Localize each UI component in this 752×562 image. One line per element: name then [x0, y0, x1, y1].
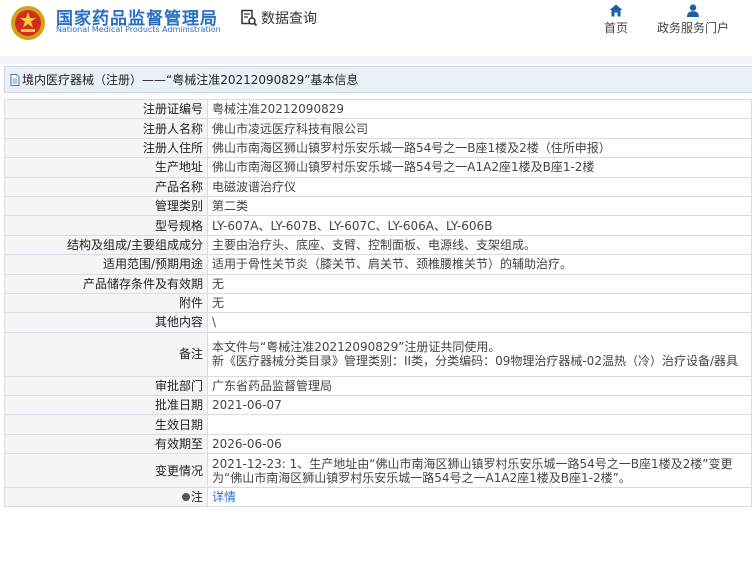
document-icon — [10, 73, 20, 86]
brand-name-en: National Medical Products Administration — [56, 25, 221, 34]
field-value: 佛山市南海区狮山镇罗村乐安乐城一路54号之一B座1楼及2楼（住所申报） — [207, 137, 752, 159]
nav-service-label: 政务服务门户 — [656, 21, 729, 35]
field-label: 变更情况 — [4, 453, 208, 489]
table-row: 其他内容 \ — [4, 312, 752, 333]
detail-link[interactable]: 详情 — [212, 490, 236, 504]
registration-info-table: 注册证编号 粤械注准20212090829 注册人名称 佛山市凌远医疗科技有限公司 … — [4, 98, 752, 508]
record-titlebar: 境内医疗器械（注册）——“粤械注准20212090829”基本信息 — [4, 66, 752, 93]
field-label: 备注 — [4, 331, 208, 377]
field-value: 粤械注准20212090829 — [207, 98, 752, 120]
nav-service-portal[interactable]: 政务服务门户 — [656, 4, 730, 36]
document-search-icon — [241, 9, 258, 27]
field-label: 结构及组成/主要组成成分 — [4, 234, 208, 256]
table-row: 注册证编号 粤械注准20212090829 — [4, 98, 752, 120]
table-row: 注册人住所 佛山市南海区狮山镇罗村乐安乐城一路54号之一B座1楼及2楼（住所申报） — [4, 137, 752, 159]
data-query-label: 数据查询 — [261, 11, 317, 27]
field-value: 第二类 — [207, 195, 752, 217]
site-header: 国家药品监督管理局 National Medical Products Admi… — [0, 0, 752, 56]
nav-home[interactable]: 首页 — [603, 4, 629, 36]
bulb-icon — [181, 493, 190, 502]
table-row: 产品名称 电磁波谱治疗仪 — [4, 176, 752, 197]
note-label-cell: 注 — [4, 487, 208, 508]
field-value: 本文件与“粤械注准20212090829”注册证共同使用。 新《医疗器械分类目录… — [207, 331, 752, 377]
field-label: 其他内容 — [4, 312, 208, 333]
field-label: 管理类别 — [4, 195, 208, 217]
field-label: 附件 — [4, 292, 208, 314]
field-label: 型号规格 — [4, 215, 208, 236]
field-value: 佛山市南海区狮山镇罗村乐安乐城一路54号之一A1A2座1楼及B座1-2楼 — [207, 157, 752, 178]
field-label: 生产地址 — [4, 157, 208, 178]
table-row: 型号规格 LY-607A、LY-607B、LY-607C、LY-606A、LY-6… — [4, 215, 752, 236]
field-label: 注册证编号 — [4, 98, 208, 120]
nav-home-label: 首页 — [603, 21, 628, 35]
field-value: 2026-06-06 — [207, 433, 752, 455]
table-row: 附件无 — [4, 292, 752, 314]
table-row: 产品储存条件及有效期无 — [4, 273, 752, 294]
note-value-cell: 详情 — [207, 487, 752, 508]
table-row: 注册人名称 佛山市凌远医疗科技有限公司 — [4, 118, 752, 139]
field-label: 产品名称 — [4, 176, 208, 197]
table-row: 生效日期 — [4, 414, 752, 435]
table-row: 变更情况 2021-12-23: 1、生产地址由“佛山市南海区狮山镇罗村乐安乐城一… — [4, 453, 752, 489]
table-row: 有效期至 2026-06-06 — [4, 433, 752, 455]
note-label: 注 — [190, 490, 203, 505]
field-value: \ — [207, 312, 752, 333]
field-label: 适用范围/预期用途 — [4, 254, 208, 275]
field-value: 佛山市凌远医疗科技有限公司 — [207, 118, 752, 139]
field-label: 注册人名称 — [4, 118, 208, 139]
table-row: 注 详情 — [4, 487, 752, 508]
home-icon — [609, 4, 623, 17]
table-row: 审批部门 广东省药品监督管理局 — [4, 375, 752, 397]
header-divider — [0, 56, 752, 64]
field-value: 2021-12-23: 1、生产地址由“佛山市南海区狮山镇罗村乐安乐城一路54号… — [207, 453, 752, 489]
table-row: 备注 本文件与“粤械注准20212090829”注册证共同使用。 新《医疗器械分类… — [4, 331, 752, 377]
field-label: 批准日期 — [4, 395, 208, 416]
field-value: 电磁波谱治疗仪 — [207, 176, 752, 197]
table-row: 适用范围/预期用途 适用于骨性关节炎（膝关节、肩关节、颈椎腰椎关节）的辅助治疗。 — [4, 254, 752, 275]
user-icon — [687, 4, 699, 17]
field-label: 审批部门 — [4, 375, 208, 397]
national-emblem-icon — [11, 6, 45, 40]
field-value: 无 — [207, 292, 752, 314]
table-row: 结构及组成/主要组成成分 主要由治疗头、底座、支臂、控制面板、电源线、支架组成。 — [4, 234, 752, 256]
table-row: 生产地址 佛山市南海区狮山镇罗村乐安乐城一路54号之一A1A2座1楼及B座1-2楼 — [4, 157, 752, 178]
field-label: 注册人住所 — [4, 137, 208, 159]
field-value: 适用于骨性关节炎（膝关节、肩关节、颈椎腰椎关节）的辅助治疗。 — [207, 254, 752, 275]
field-value: LY-607A、LY-607B、LY-607C、LY-606A、LY-606B — [207, 215, 752, 236]
field-value: 广东省药品监督管理局 — [207, 375, 752, 397]
data-query-title: 数据查询 — [240, 8, 317, 28]
field-label: 产品储存条件及有效期 — [4, 273, 208, 294]
field-value: 主要由治疗头、底座、支臂、控制面板、电源线、支架组成。 — [207, 234, 752, 256]
field-value: 2021-06-07 — [207, 395, 752, 416]
field-label: 有效期至 — [4, 433, 208, 455]
table-row: 管理类别 第二类 — [4, 195, 752, 217]
record-title: 境内医疗器械（注册）——“粤械注准20212090829”基本信息 — [22, 73, 359, 87]
field-value — [207, 414, 752, 435]
field-value: 无 — [207, 273, 752, 294]
field-label: 生效日期 — [4, 414, 208, 435]
table-row: 批准日期 2021-06-07 — [4, 395, 752, 416]
